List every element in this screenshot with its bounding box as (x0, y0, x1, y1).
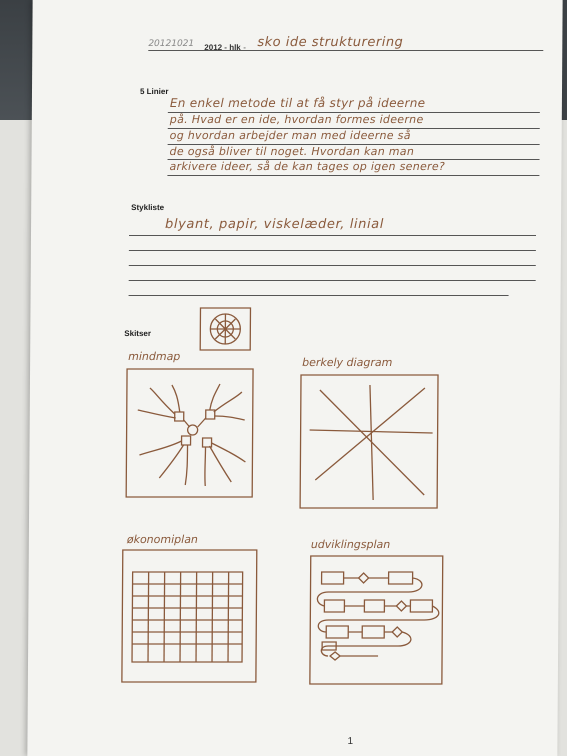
small-sketch-icon (199, 307, 252, 351)
page-number: 1 (347, 736, 354, 747)
economy-plan-sketch (121, 549, 258, 683)
berkely-sketch (299, 374, 439, 509)
sketch-drawings (121, 307, 444, 685)
document-page: 20121021 2012 - hlk - sko ide strukturer… (27, 0, 563, 756)
mindmap-sketch (125, 368, 254, 498)
development-plan-sketch (309, 555, 444, 685)
